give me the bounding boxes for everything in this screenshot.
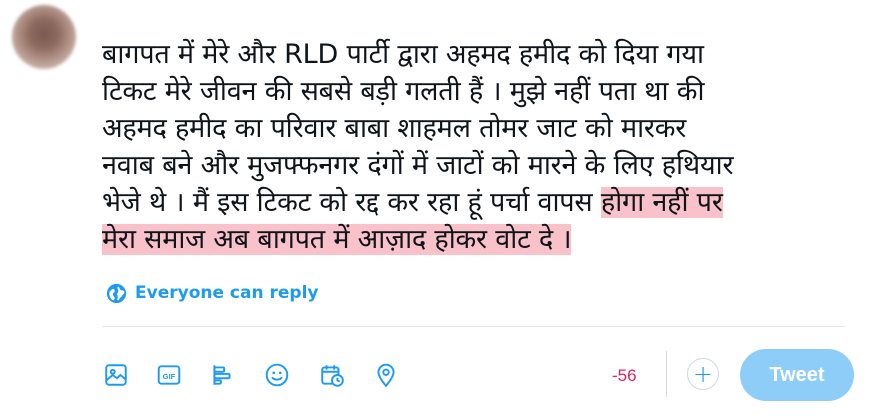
over-limit-text: होगा नहीं पर: [600, 187, 723, 218]
compose-line-text: नवाब बने और मुजफ्फनगर दंगों में जाटों को…: [102, 150, 734, 181]
svg-text:GIF: GIF: [163, 372, 176, 381]
user-avatar[interactable]: [12, 5, 76, 69]
character-counter: -56: [612, 366, 637, 385]
tweet-compose-textarea[interactable]: बागपत में मेरे और RLD पार्टी द्वारा अहमद…: [102, 36, 862, 258]
compose-line-text: भेजे थे । मैं इस टिकट को रद्द कर रहा हूं…: [102, 187, 601, 218]
reply-setting-button[interactable]: Everyone can reply: [106, 281, 318, 305]
over-limit-text: मेरा समाज अब बागपत में आज़ाद होकर वोट दे…: [102, 224, 572, 255]
compose-line: अहमद हमीद का परिवार बाबा शाहमल तोमर जाट …: [102, 110, 862, 147]
compose-line: मेरा समाज अब बागपत में आज़ाद होकर वोट दे…: [102, 221, 862, 258]
emoji-icon[interactable]: [263, 360, 291, 390]
compose-line: टिकट मेरे जीवन की सबसे बड़ी गलती हैं । म…: [102, 73, 862, 110]
reply-setting-label: Everyone can reply: [135, 283, 319, 303]
compose-line-text: अहमद हमीद का परिवार बाबा शाहमल तोमर जाट …: [102, 113, 687, 144]
globe-icon: [106, 283, 127, 303]
poll-icon[interactable]: [208, 360, 236, 390]
schedule-icon[interactable]: [318, 360, 346, 390]
gif-icon[interactable]: GIF: [155, 360, 183, 390]
compose-line: बागपत में मेरे और RLD पार्टी द्वारा अहमद…: [102, 36, 862, 73]
toolbar-separator: [666, 351, 667, 397]
compose-line: भेजे थे । मैं इस टिकट को रद्द कर रहा हूं…: [102, 184, 862, 221]
compose-divider: [102, 326, 845, 327]
compose-line-text: टिकट मेरे जीवन की सबसे बड़ी गलती हैं । म…: [102, 76, 705, 107]
add-tweet-button[interactable]: +: [687, 358, 719, 390]
tweet-button[interactable]: Tweet: [740, 349, 854, 401]
compose-line: नवाब बने और मुजफ्फनगर दंगों में जाटों को…: [102, 147, 862, 184]
image-icon[interactable]: [102, 360, 130, 390]
compose-line-text: बागपत में मेरे और RLD पार्टी द्वारा अहमद…: [102, 39, 704, 70]
location-icon[interactable]: [372, 360, 400, 390]
